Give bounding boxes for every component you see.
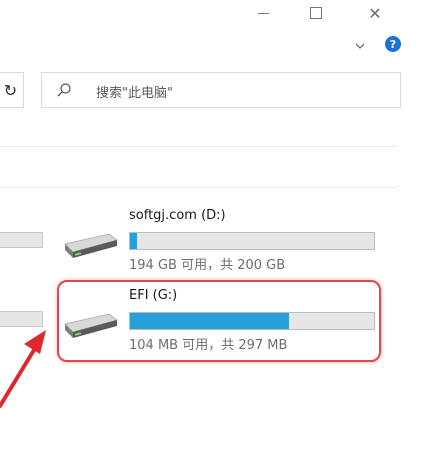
close-button[interactable]: ✕ bbox=[355, 0, 395, 26]
file-explorer-window: ✕ ? ↻ 搜索"此电脑" softgj.com (D:) 194 GB 可用，… bbox=[0, 0, 421, 450]
highlight-box bbox=[57, 280, 381, 362]
refresh-icon: ↻ bbox=[3, 80, 18, 100]
usage-bar-fill bbox=[130, 233, 138, 249]
close-icon: ✕ bbox=[368, 3, 382, 23]
drive-item-d[interactable]: softgj.com (D:) 194 GB 可用，共 200 GB bbox=[63, 202, 383, 274]
refresh-button[interactable]: ↻ bbox=[0, 72, 24, 108]
chevron-down-icon[interactable] bbox=[352, 38, 368, 54]
minimize-button[interactable] bbox=[243, 0, 283, 26]
divider bbox=[0, 146, 397, 147]
search-placeholder: 搜索"此电脑" bbox=[96, 86, 173, 101]
maximize-button[interactable] bbox=[296, 0, 336, 26]
search-input[interactable]: 搜索"此电脑" bbox=[41, 72, 401, 108]
help-icon: ? bbox=[389, 37, 397, 51]
drive-name: softgj.com (D:) bbox=[129, 208, 226, 223]
help-button[interactable]: ? bbox=[385, 36, 401, 52]
search-icon bbox=[57, 83, 71, 97]
divider bbox=[0, 187, 397, 188]
drive-space-info: 194 GB 可用，共 200 GB bbox=[129, 258, 286, 273]
usage-bar-partial bbox=[0, 232, 43, 248]
minimize-icon bbox=[257, 12, 269, 14]
annotation-arrow-icon bbox=[0, 330, 46, 408]
maximize-icon bbox=[310, 7, 322, 19]
hard-drive-icon bbox=[64, 233, 118, 258]
usage-bar bbox=[129, 232, 375, 250]
